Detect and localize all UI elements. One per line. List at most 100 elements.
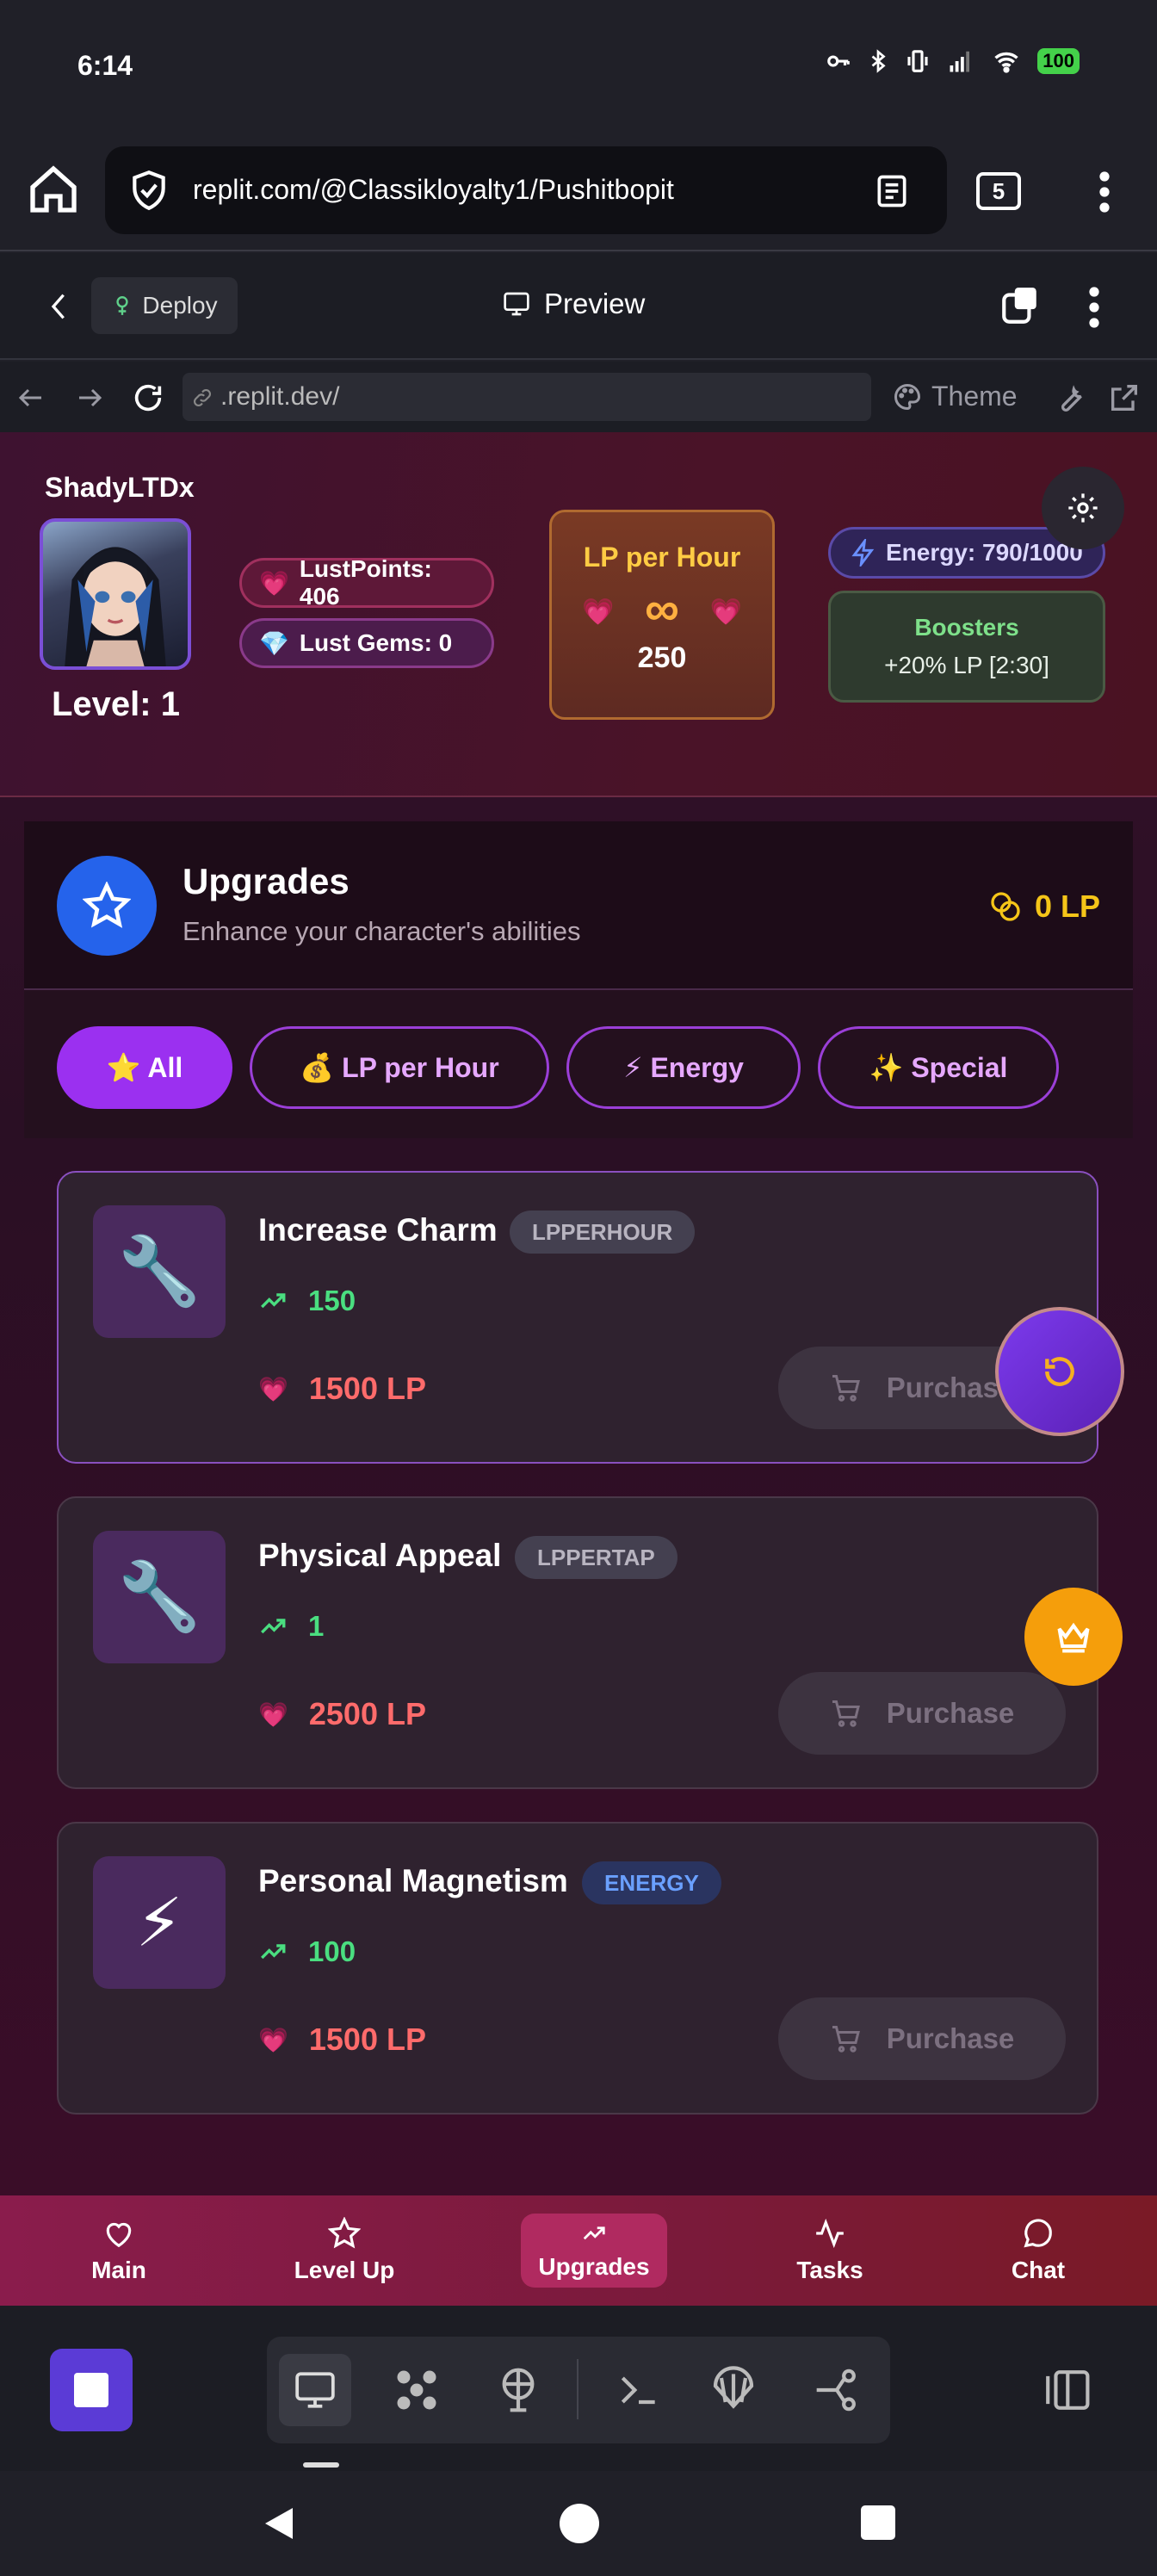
chat-icon <box>1024 2219 1052 2248</box>
upgrade-increase: 100 <box>258 1935 356 1968</box>
home-circle-icon[interactable] <box>560 2504 599 2543</box>
heart-icon <box>106 2222 132 2248</box>
upgrades-star-badge <box>57 856 157 956</box>
nav-chat[interactable]: Chat <box>952 2195 1124 2306</box>
back-chevron-icon[interactable] <box>43 289 72 324</box>
shell-tool-button[interactable] <box>603 2354 675 2426</box>
premium-fab[interactable] <box>1024 1588 1123 1686</box>
bluetooth-icon <box>871 49 886 73</box>
purchase-label: Purchase <box>886 2022 1015 2054</box>
refresh-icon[interactable] <box>131 381 165 415</box>
deploy-label: Deploy <box>142 292 218 319</box>
upgrade-increase-value: 100 <box>308 1935 356 1967</box>
split-panel-icon[interactable] <box>1040 2366 1092 2414</box>
preview-tool-button[interactable] <box>279 2354 351 2426</box>
cart-icon <box>832 2026 860 2053</box>
filter-special[interactable]: ✨ Special <box>818 1026 1059 1109</box>
upgrade-card[interactable]: 🔧 Increase Charm LPPERHOUR 150 💗 1500 LP… <box>57 1171 1098 1464</box>
browser-toolbar: replit.com/@Classikloyalty1/Pushitbopit … <box>0 129 1157 251</box>
upgrade-card[interactable]: 🔧 Physical Appeal LPPERTAP 1 💗 2500 LP P… <box>57 1496 1098 1789</box>
active-tab-highlight: Upgrades <box>521 2214 667 2288</box>
shell-icon <box>713 2366 754 2409</box>
more-vert-icon[interactable] <box>1092 169 1117 215</box>
monitor-icon <box>504 292 529 316</box>
preview-address-text[interactable]: .replit.dev/ <box>220 382 339 411</box>
lp-balance-text: 0 LP <box>1034 889 1100 924</box>
url-text[interactable]: replit.com/@Classikloyalty1/Pushitbopit <box>193 174 674 206</box>
energy-text: Energy: 790/1000 <box>886 539 1083 566</box>
external-link-icon[interactable] <box>1107 381 1142 415</box>
crown-icon <box>1057 1622 1090 1653</box>
upgrades-subtitle: Enhance your character's abilities <box>183 916 581 946</box>
nav-upgrades[interactable]: Upgrades <box>508 2195 680 2306</box>
nav-level-up[interactable]: Level Up <box>258 2195 430 2306</box>
database-tool-button[interactable] <box>697 2354 770 2426</box>
replit-bottom-toolbar <box>0 2306 1157 2471</box>
boosters-value: +20% LP [2:30] <box>884 652 1049 678</box>
wifi-icon <box>994 52 1018 73</box>
purchase-button[interactable]: Purchase <box>778 1997 1066 2080</box>
git-tool-button[interactable] <box>801 2354 873 2426</box>
bottom-nav: Main Level Up Upgrades Tasks Chat <box>0 2195 1157 2306</box>
upgrade-cost: 💗 2500 LP <box>258 1696 426 1732</box>
theme-button[interactable]: Theme <box>892 381 1018 412</box>
heart-icon: 💗 <box>582 598 615 627</box>
upgrade-increase: 1 <box>258 1610 324 1643</box>
home-icon[interactable] <box>26 162 81 217</box>
reader-mode-icon[interactable] <box>873 172 911 210</box>
shield-check-icon[interactable] <box>127 169 170 212</box>
trending-up-icon <box>583 2226 605 2240</box>
wrench-tool-icon[interactable] <box>1054 381 1088 415</box>
filter-energy[interactable]: ⚡ Energy <box>566 1026 801 1109</box>
heart-icon: 💗 <box>258 2026 288 2053</box>
arrow-left-icon[interactable] <box>15 382 46 413</box>
character-portrait-icon <box>65 547 166 666</box>
recents-square-icon[interactable] <box>861 2505 895 2540</box>
status-time: 6:14 <box>77 50 133 81</box>
filter-lp-per-hour[interactable]: 💰 LP per Hour <box>250 1026 549 1109</box>
tab-switcher-button[interactable]: 5 <box>976 172 1021 210</box>
upgrade-type-badge: LPPERTAP <box>515 1536 677 1579</box>
settings-button[interactable] <box>1042 467 1124 549</box>
heart-icon: 💗 <box>259 569 289 597</box>
cart-icon <box>832 1700 860 1727</box>
stop-button[interactable] <box>50 2349 133 2431</box>
url-bar[interactable]: replit.com/@Classikloyalty1/Pushitbopit <box>105 146 947 234</box>
deploy-button[interactable]: Deploy <box>91 277 238 334</box>
link-icon <box>194 389 211 406</box>
more-vert-icon[interactable] <box>1081 284 1107 331</box>
preview-tab[interactable]: Preview <box>501 288 645 320</box>
refresh-fab[interactable] <box>995 1307 1124 1436</box>
agent-icon <box>397 2370 436 2410</box>
upgrade-cost-value: 2500 LP <box>308 1696 426 1731</box>
avatar[interactable] <box>40 518 191 670</box>
nav-label: Tasks <box>796 2257 863 2283</box>
arrow-right-icon[interactable] <box>74 382 105 413</box>
upgrade-card[interactable]: ⚡ Personal Magnetism ENERGY 100 💗 1500 L… <box>57 1822 1098 2115</box>
upgrade-increase: 150 <box>258 1285 356 1317</box>
preview-address-field[interactable]: .replit.dev/ <box>183 373 871 421</box>
nav-tasks[interactable]: Tasks <box>744 2195 916 2306</box>
filter-all[interactable]: ⭐ All <box>57 1026 232 1109</box>
upgrades-header: Upgrades Enhance your character's abilit… <box>24 821 1133 990</box>
toolbar-divider <box>577 2359 578 2419</box>
infinity-symbol: ∞ <box>645 581 679 635</box>
heart-icon: 💗 <box>258 1700 288 1728</box>
stop-icon <box>74 2373 108 2407</box>
purchase-button[interactable]: Purchase <box>778 1672 1066 1755</box>
agent-tool-button[interactable] <box>381 2354 453 2426</box>
monitor-icon <box>295 2372 335 2408</box>
coins-icon <box>991 892 1020 921</box>
nav-main[interactable]: Main <box>33 2195 205 2306</box>
tool-switcher <box>267 2337 890 2443</box>
activity-icon <box>816 2218 844 2249</box>
status-bar: 6:14 100 <box>0 0 1157 129</box>
deploy-tool-button[interactable] <box>482 2354 554 2426</box>
boosters-card[interactable]: Boosters +20% LP [2:30] <box>828 591 1105 703</box>
active-indicator <box>303 2462 339 2468</box>
heart-icon: 💗 <box>258 1375 288 1403</box>
upgrades-title: Upgrades <box>183 861 350 901</box>
new-window-icon[interactable] <box>999 284 1042 327</box>
back-triangle-icon[interactable] <box>258 2502 300 2545</box>
upgrade-cost: 💗 1500 LP <box>258 1371 426 1407</box>
